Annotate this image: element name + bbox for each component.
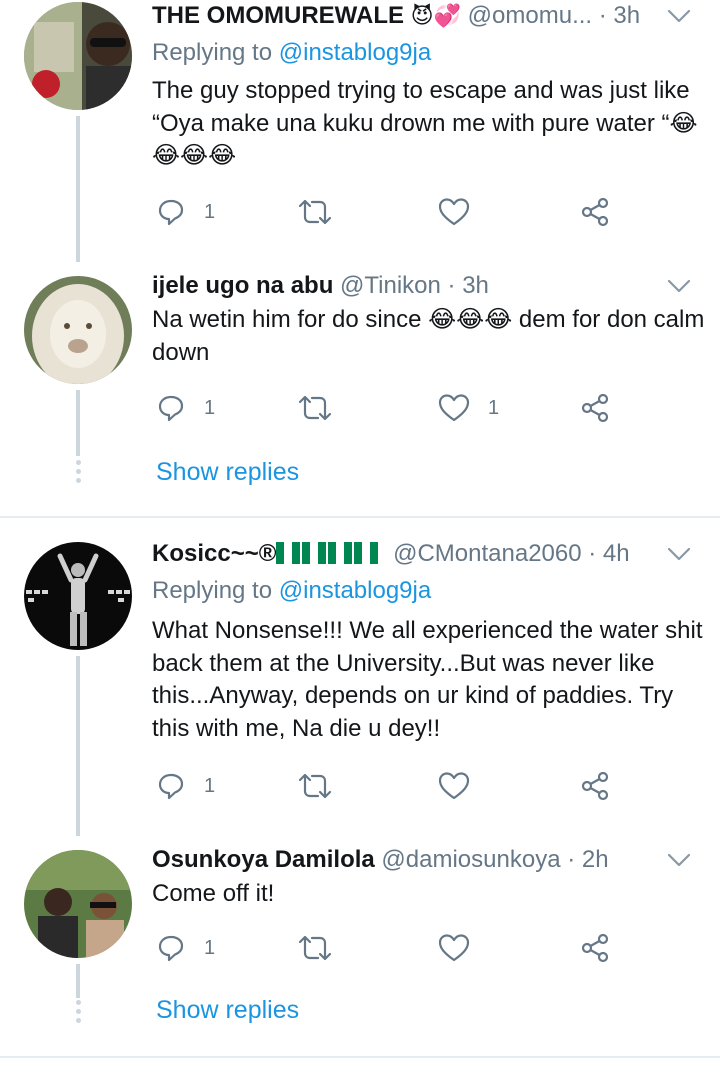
nigeria-flag-icon: [276, 542, 301, 564]
timestamp[interactable]: · 4h: [588, 540, 629, 567]
reply-count: 1: [204, 200, 216, 223]
thread-separator: [0, 1056, 720, 1058]
tweet-header: ijele ugo na abu @Tinikon · 3h: [152, 270, 650, 302]
reply-icon: [158, 199, 184, 226]
tweet-osunkoya[interactable]: Osunkoya Damilola @damiosunkoya · 2h Com…: [0, 836, 720, 1054]
like-icon: [438, 198, 470, 226]
tweet-ijele[interactable]: ijele ugo na abu @Tinikon · 3h Na wetin …: [0, 262, 720, 512]
tweet-actions: 1 1: [152, 388, 622, 428]
tweet-text: Na wetin him for do since 😂😂😂 dem for do…: [152, 304, 707, 369]
replying-to: Replying to @instablog9ja: [152, 575, 431, 607]
user-handle[interactable]: @omomu...: [468, 2, 592, 29]
timestamp[interactable]: · 3h: [448, 272, 489, 299]
tweet-header: Kosicc~~® @CMontana2060 · 4h: [152, 538, 650, 570]
retweet-button[interactable]: [298, 928, 332, 968]
reply-icon: [158, 773, 184, 800]
retweet-button[interactable]: [298, 388, 332, 428]
display-name[interactable]: Kosicc~~®: [152, 540, 276, 567]
retweet-icon: [298, 935, 332, 961]
nigeria-flag-icon: [354, 542, 379, 564]
chevron-down-icon[interactable]: [666, 3, 692, 29]
tweet-omomurewale[interactable]: THE OMOMUREWALE 😈💞 @omomu... · 3h Replyi…: [0, 0, 720, 262]
thread-line: [76, 116, 80, 262]
like-button[interactable]: 1: [438, 388, 499, 428]
avatar[interactable]: [24, 2, 132, 110]
tweet-actions: 1: [152, 766, 622, 806]
avatar[interactable]: [24, 542, 132, 650]
user-handle[interactable]: @CMontana2060: [393, 540, 581, 567]
nigeria-flag-icon: [302, 542, 327, 564]
timestamp[interactable]: · 2h: [567, 846, 608, 873]
share-icon: [581, 197, 609, 227]
tweet-text: The guy stopped trying to escape and was…: [152, 75, 707, 173]
tweet-actions: 1: [152, 192, 622, 232]
retweet-icon: [298, 395, 332, 421]
tweet-actions: 1: [152, 928, 622, 968]
reply-button[interactable]: 1: [156, 388, 215, 428]
like-icon: [438, 394, 470, 422]
nigeria-flag-icon: [328, 542, 353, 564]
share-icon: [581, 933, 609, 963]
share-button[interactable]: [580, 388, 610, 428]
tweet-text: Come off it!: [152, 880, 275, 907]
replying-to: Replying to @instablog9ja: [152, 37, 431, 69]
retweet-icon: [298, 199, 332, 225]
thread-separator: [0, 516, 720, 518]
tweet-kosicc[interactable]: Kosicc~~® @CMontana2060 · 4h Replying to…: [0, 520, 720, 836]
name-emojis: 😈💞: [410, 3, 461, 28]
like-button[interactable]: [438, 766, 488, 806]
like-count: 1: [488, 396, 500, 419]
chevron-down-icon[interactable]: [666, 541, 692, 567]
user-handle[interactable]: @Tinikon: [340, 272, 441, 299]
retweet-button[interactable]: [298, 192, 332, 232]
avatar[interactable]: [24, 850, 132, 958]
show-replies-link[interactable]: Show replies: [156, 994, 299, 1026]
share-icon: [581, 771, 609, 801]
show-replies-link[interactable]: Show replies: [156, 456, 299, 488]
reply-button[interactable]: 1: [156, 766, 215, 806]
retweet-button[interactable]: [298, 766, 332, 806]
display-name[interactable]: Osunkoya Damilola: [152, 846, 375, 873]
reply-count: 1: [204, 936, 216, 959]
nigeria-flags: [276, 540, 380, 567]
mention-link[interactable]: @instablog9ja: [279, 577, 431, 604]
reply-icon: [158, 395, 184, 422]
thread-line: [76, 390, 80, 456]
like-button[interactable]: [438, 192, 488, 232]
user-handle[interactable]: @damiosunkoya: [381, 846, 560, 873]
like-icon: [438, 934, 470, 962]
tweet-header: Osunkoya Damilola @damiosunkoya · 2h: [152, 844, 650, 876]
like-button[interactable]: [438, 928, 488, 968]
display-name[interactable]: THE OMOMUREWALE: [152, 2, 404, 29]
tweet-text-content: The guy stopped trying to escape and was…: [152, 77, 690, 137]
chevron-down-icon[interactable]: [666, 273, 692, 299]
tweet-text: What Nonsense!!! We all experienced the …: [152, 617, 703, 742]
more-replies-dots: [74, 1000, 82, 1027]
like-icon: [438, 772, 470, 800]
reply-count: 1: [204, 774, 216, 797]
share-button[interactable]: [580, 928, 610, 968]
timestamp[interactable]: · 3h: [599, 2, 640, 29]
chevron-down-icon[interactable]: [666, 847, 692, 873]
laughing-emoji: 😂😂😂: [428, 306, 513, 333]
tweet-header: THE OMOMUREWALE 😈💞 @omomu... · 3h: [152, 0, 650, 32]
share-icon: [581, 393, 609, 423]
share-button[interactable]: [580, 766, 610, 806]
more-replies-dots: [74, 460, 82, 487]
reply-icon: [158, 935, 184, 962]
replying-to-label: Replying to: [152, 39, 273, 66]
reply-count: 1: [204, 396, 216, 419]
reply-button[interactable]: 1: [156, 192, 215, 232]
retweet-icon: [298, 773, 332, 799]
replying-to-label: Replying to: [152, 577, 273, 604]
reply-button[interactable]: 1: [156, 928, 215, 968]
display-name[interactable]: ijele ugo na abu: [152, 272, 333, 299]
tweet-text-before: Na wetin him for do since: [152, 306, 429, 333]
mention-link[interactable]: @instablog9ja: [279, 39, 431, 66]
share-button[interactable]: [580, 192, 610, 232]
avatar[interactable]: [24, 276, 132, 384]
thread-line: [76, 656, 80, 836]
thread-line: [76, 964, 80, 998]
